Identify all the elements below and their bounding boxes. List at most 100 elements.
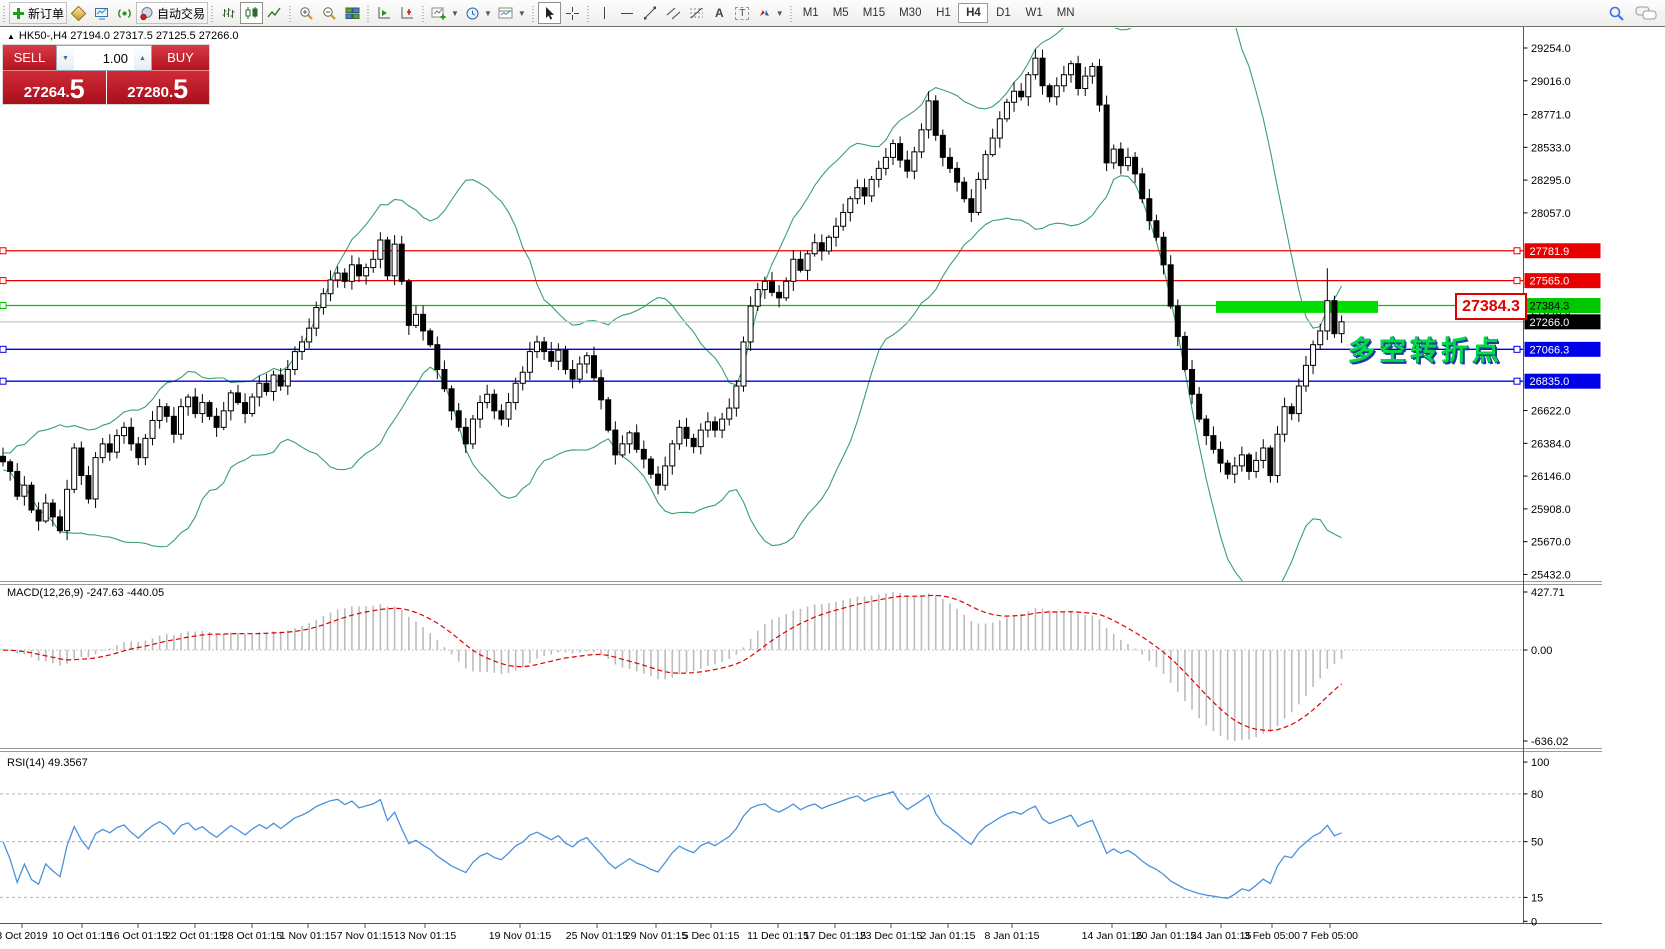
autotrading-button[interactable]: 自动交易 bbox=[136, 2, 208, 24]
highlight-rectangle[interactable] bbox=[1216, 301, 1378, 313]
candle-body bbox=[207, 403, 212, 417]
tf-h1[interactable]: H1 bbox=[928, 3, 958, 23]
hline-handle[interactable] bbox=[0, 248, 6, 254]
indicators-button[interactable]: ▼ bbox=[428, 2, 462, 24]
tf-w1[interactable]: W1 bbox=[1018, 3, 1049, 23]
candle-body bbox=[72, 448, 77, 489]
candle-body bbox=[570, 369, 575, 379]
candle-body bbox=[1104, 105, 1109, 163]
candle-body bbox=[186, 397, 191, 407]
hline-tool-button[interactable] bbox=[616, 2, 639, 24]
hline-handle[interactable] bbox=[1514, 378, 1520, 384]
candle-body bbox=[235, 393, 240, 403]
sell-button[interactable]: SELL bbox=[3, 45, 56, 71]
zoom-out-button[interactable] bbox=[318, 2, 341, 24]
chat-icon[interactable] bbox=[1635, 5, 1657, 21]
candle-body bbox=[1168, 265, 1173, 306]
candle-body bbox=[1012, 91, 1017, 102]
candle-body bbox=[805, 254, 810, 271]
price-tag-callout[interactable]: 27384.3 bbox=[1455, 293, 1527, 320]
crosshair-tool-button[interactable] bbox=[561, 2, 584, 24]
channel-tool-button[interactable] bbox=[662, 2, 685, 24]
candle-body bbox=[114, 436, 119, 453]
candle-body bbox=[791, 259, 796, 281]
candle-body bbox=[841, 212, 846, 226]
signal-button[interactable] bbox=[113, 2, 136, 24]
fibonacci-tool-button[interactable] bbox=[685, 2, 708, 24]
tf-m1[interactable]: M1 bbox=[796, 3, 826, 23]
hline-handle[interactable] bbox=[0, 378, 6, 384]
candle-body bbox=[157, 407, 162, 421]
expand-triangle-icon[interactable]: ▲ bbox=[7, 32, 15, 41]
arrows-icon bbox=[757, 6, 772, 20]
candle-body bbox=[1125, 157, 1130, 165]
chart-shift-button[interactable] bbox=[396, 2, 419, 24]
search-icon[interactable] bbox=[1608, 5, 1625, 22]
time-tick-label: 13 Nov 01:15 bbox=[394, 930, 457, 942]
price-tick-label: 26146.0 bbox=[1531, 471, 1571, 483]
line-chart-mode-button[interactable] bbox=[263, 2, 286, 24]
candle-body bbox=[257, 383, 262, 397]
hline-handle[interactable] bbox=[1514, 248, 1520, 254]
arrows-tool-button[interactable]: ▼ bbox=[754, 2, 787, 24]
trendline-icon bbox=[643, 6, 657, 20]
timeframe-group: M1 M5 M15 M30 H1 H4 D1 W1 MN bbox=[796, 3, 1082, 23]
toolbar-grip bbox=[287, 4, 294, 22]
hline-handle[interactable] bbox=[0, 303, 6, 309]
candle-body bbox=[385, 240, 390, 276]
hline-handle[interactable] bbox=[0, 278, 6, 284]
tf-d1[interactable]: D1 bbox=[988, 3, 1018, 23]
candle-chart-mode-button[interactable] bbox=[240, 2, 263, 24]
candle-body bbox=[784, 281, 789, 298]
candle-body bbox=[179, 407, 184, 435]
time-tick-label: 23 Dec 01:15 bbox=[860, 930, 923, 942]
auto-scroll-button[interactable] bbox=[373, 2, 396, 24]
candle-body bbox=[919, 130, 924, 152]
candle-body bbox=[357, 265, 362, 276]
candle-body bbox=[698, 430, 703, 447]
text-tool-button[interactable]: A bbox=[708, 2, 731, 24]
time-tick-label: 2 Jan 01:15 bbox=[921, 930, 976, 942]
candle-body bbox=[955, 168, 960, 182]
hline-handle[interactable] bbox=[1514, 346, 1520, 352]
candle-body bbox=[798, 259, 803, 270]
cursor-tool-button[interactable] bbox=[538, 2, 561, 24]
chart-text-annotation[interactable]: 多空转折点 bbox=[1348, 329, 1503, 368]
volume-down-button[interactable]: ▼ bbox=[57, 46, 74, 70]
tf-h4[interactable]: H4 bbox=[958, 3, 988, 23]
terminal-button[interactable] bbox=[90, 2, 113, 24]
new-order-button[interactable]: 新订单 bbox=[9, 2, 67, 24]
trendline-tool-button[interactable] bbox=[639, 2, 662, 24]
periods-button[interactable]: ▼ bbox=[462, 2, 495, 24]
tile-windows-button[interactable] bbox=[341, 2, 364, 24]
buy-price-main: 27280. bbox=[127, 83, 173, 102]
volume-up-button[interactable]: ▲ bbox=[134, 46, 151, 70]
candle-body bbox=[1061, 75, 1066, 86]
candle-body bbox=[271, 375, 276, 392]
templates-button[interactable]: ▼ bbox=[495, 2, 529, 24]
candle-body bbox=[656, 474, 661, 485]
candle-body bbox=[741, 342, 746, 386]
vline-tool-button[interactable] bbox=[593, 2, 616, 24]
candle-body bbox=[22, 485, 27, 496]
candle-body bbox=[1303, 365, 1308, 386]
toolbar: 新订单 自动交易 ▼ ▼ ▼ bbox=[0, 0, 1665, 27]
buy-button[interactable]: BUY bbox=[152, 45, 209, 71]
buy-price[interactable]: 27280. 5 bbox=[107, 71, 210, 104]
tf-m30[interactable]: M30 bbox=[892, 3, 928, 23]
volume-value[interactable]: 1.00 bbox=[74, 46, 134, 70]
bar-chart-mode-button[interactable] bbox=[217, 2, 240, 24]
hline-handle[interactable] bbox=[0, 346, 6, 352]
tf-mn[interactable]: MN bbox=[1050, 3, 1082, 23]
candle-body bbox=[1204, 419, 1209, 436]
tf-m5[interactable]: M5 bbox=[826, 3, 856, 23]
label-tool-button[interactable]: T bbox=[731, 2, 754, 24]
candle-body bbox=[349, 265, 354, 282]
tf-m15[interactable]: M15 bbox=[856, 3, 892, 23]
sell-price[interactable]: 27264. 5 bbox=[3, 71, 106, 104]
candle-body bbox=[1083, 76, 1088, 88]
chart-canvas[interactable]: 29254.029016.028771.028533.028295.028057… bbox=[0, 0, 1665, 949]
zoom-in-button[interactable] bbox=[295, 2, 318, 24]
hline-handle[interactable] bbox=[1514, 278, 1520, 284]
market-watch-button[interactable] bbox=[67, 2, 90, 24]
